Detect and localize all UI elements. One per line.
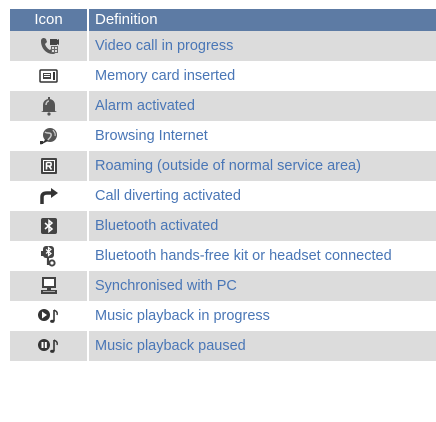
alarm-bell-icon — [40, 97, 57, 116]
table-row: Music playback in progress — [10, 301, 436, 331]
table-row: Browsing Internet — [10, 121, 436, 151]
table-row: Synchronised with PC — [10, 271, 436, 301]
definition-text: Call diverting activated — [95, 188, 241, 204]
definition-text: Roaming (outside of normal service area) — [95, 158, 361, 174]
definition-text: Synchronised with PC — [95, 278, 237, 294]
memory-card-icon — [38, 69, 58, 83]
column-header-icon: Icon — [10, 9, 89, 31]
table-row: Bluetooth hands-free kit or headset conn… — [10, 241, 436, 271]
table-row: Memory card inserted — [10, 61, 436, 91]
table-row: Music playback paused — [10, 331, 436, 361]
call-divert-icon — [39, 187, 58, 204]
bluetooth-icon — [40, 217, 57, 234]
music-pause-icon — [37, 338, 58, 353]
pc-sync-icon — [40, 277, 57, 294]
table-row: Call diverting activated — [10, 181, 436, 211]
table-row: Video call in progress — [10, 31, 436, 61]
definition-text: Memory card inserted — [95, 68, 236, 84]
definition-text: Music playback in progress — [95, 308, 270, 324]
music-play-icon — [37, 308, 58, 323]
table-row: Alarm activated — [10, 91, 436, 121]
definition-text: Video call in progress — [95, 38, 234, 54]
definition-text: Music playback paused — [95, 338, 246, 354]
icon-definition-table: Icon Definition Video call in progress M… — [10, 9, 436, 361]
table-row: Bluetooth activated — [10, 211, 436, 241]
definition-text: Alarm activated — [95, 98, 195, 114]
definition-text: Bluetooth hands-free kit or headset conn… — [95, 248, 392, 264]
video-call-icon — [40, 37, 59, 54]
definition-text: Bluetooth activated — [95, 218, 219, 234]
definition-text: Browsing Internet — [95, 128, 208, 144]
table-row: Roaming (outside of normal service area) — [10, 151, 436, 181]
table-header-row: Icon Definition — [10, 9, 436, 31]
bluetooth-headset-icon — [40, 246, 56, 267]
roaming-icon — [40, 157, 57, 174]
browsing-globe-icon — [39, 128, 57, 145]
page: Icon Definition Video call in progress M… — [0, 0, 436, 422]
column-header-definition: Definition — [88, 9, 436, 31]
